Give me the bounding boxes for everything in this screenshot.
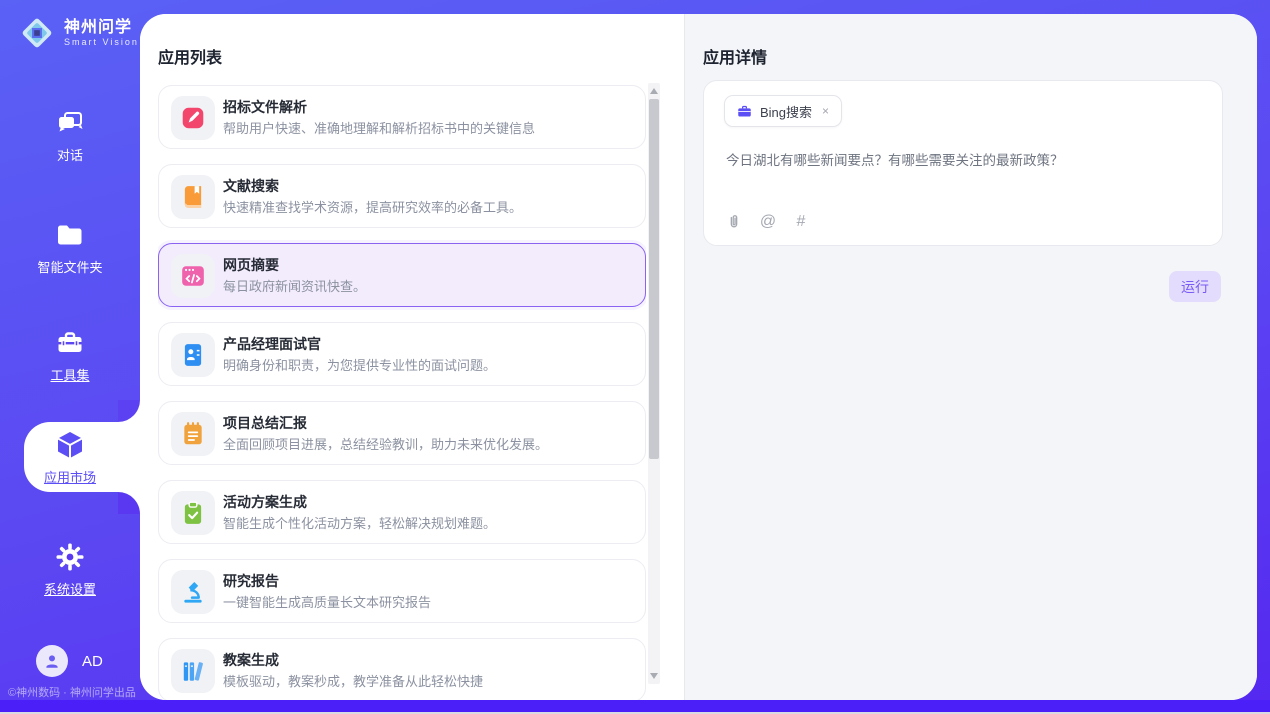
- app-card-0[interactable]: 招标文件解析帮助用户快速、准确地理解和解析招标书中的关键信息: [158, 85, 646, 149]
- app-card-description: 一键智能生成高质量长文本研究报告: [223, 592, 431, 611]
- brand-tagline: Smart Vision: [64, 37, 139, 47]
- resume-icon: [171, 333, 215, 377]
- sidebar-item-4[interactable]: 系统设置: [0, 542, 140, 598]
- app-card-title: 网页摘要: [223, 255, 279, 275]
- sidebar-item-label: 对话: [57, 145, 83, 164]
- app-card-title: 招标文件解析: [223, 97, 307, 117]
- copyright-text: ©神州数码 · 神州问学出品: [8, 684, 140, 700]
- user-account[interactable]: AD: [36, 645, 103, 677]
- sidebar-item-label: 工具集: [50, 365, 89, 384]
- tool-tag-bing-search[interactable]: Bing搜索 ×: [724, 95, 842, 127]
- sidebar-item-3[interactable]: 应用市场: [0, 430, 140, 486]
- app-card-title: 产品经理面试官: [223, 334, 321, 354]
- app-card-2[interactable]: 网页摘要每日政府新闻资讯快查。: [158, 243, 646, 307]
- app-card-description: 模板驱动，教案秒成，教学准备从此轻松快捷: [223, 671, 483, 690]
- app-card-title: 文献搜索: [223, 176, 279, 196]
- toolbox-icon: [55, 328, 85, 358]
- hash-icon[interactable]: #: [792, 213, 810, 231]
- sidebar-selection-notch-top: [118, 400, 140, 422]
- scrollbar[interactable]: [648, 83, 660, 684]
- attachment-toolbar: @ #: [726, 213, 810, 231]
- browser-icon: [171, 254, 215, 298]
- app-card-list: 招标文件解析帮助用户快速、准确地理解和解析招标书中的关键信息文献搜索快速精准查找…: [158, 85, 646, 700]
- app-card-3[interactable]: 产品经理面试官明确身份和职责，为您提供专业性的面试问题。: [158, 322, 646, 386]
- app-detail-title: 应用详情: [703, 44, 767, 68]
- sidebar-item-label: 应用市场: [44, 467, 96, 486]
- tag-close-icon[interactable]: ×: [820, 104, 829, 118]
- cube-icon: [55, 430, 85, 460]
- scrollbar-thumb[interactable]: [649, 99, 659, 459]
- brand-name: 神州问学: [64, 19, 139, 37]
- gear-icon: [55, 542, 85, 572]
- pen-square-icon: [171, 96, 215, 140]
- briefcase-icon: [737, 104, 752, 119]
- prompt-card[interactable]: Bing搜索 × 今日湖北有哪些新闻要点？有哪些需要关注的最新政策？ @ #: [703, 80, 1223, 246]
- sidebar-item-0[interactable]: 对话: [0, 108, 140, 164]
- person-icon: [43, 652, 61, 670]
- prompt-text[interactable]: 今日湖北有哪些新闻要点？有哪些需要关注的最新政策？: [726, 151, 1196, 171]
- chat-icon: [55, 108, 85, 138]
- book-icon: [171, 175, 215, 219]
- at-icon[interactable]: @: [759, 213, 777, 231]
- app-card-description: 全面回顾项目进展，总结经验教训，助力未来优化发展。: [223, 434, 548, 453]
- main-content: 应用列表 招标文件解析帮助用户快速、准确地理解和解析招标书中的关键信息文献搜索快…: [140, 14, 1257, 700]
- brand-logo-icon: [18, 14, 56, 52]
- brand: 神州问学 Smart Vision: [18, 14, 139, 52]
- sidebar-item-label: 智能文件夹: [37, 257, 102, 276]
- app-card-title: 教案生成: [223, 650, 279, 670]
- sidebar: 神州问学 Smart Vision 对话智能文件夹工具集应用市场系统设置 AD …: [0, 0, 140, 700]
- app-card-6[interactable]: 研究报告一键智能生成高质量长文本研究报告: [158, 559, 646, 623]
- user-initials: AD: [82, 653, 103, 670]
- app-list-title: 应用列表: [158, 44, 222, 68]
- app-card-title: 研究报告: [223, 571, 279, 591]
- run-button[interactable]: 运行: [1169, 271, 1221, 302]
- app-detail-panel: 应用详情 Bing搜索 × 今日湖北有哪些新闻要点？有哪些需要关注的最新政策？: [684, 14, 1257, 700]
- notepad-icon: [171, 412, 215, 456]
- app-card-description: 明确身份和职责，为您提供专业性的面试问题。: [223, 355, 496, 374]
- books-icon: [171, 649, 215, 693]
- sidebar-item-2[interactable]: 工具集: [0, 328, 140, 384]
- app-list-panel: 应用列表 招标文件解析帮助用户快速、准确地理解和解析招标书中的关键信息文献搜索快…: [140, 14, 684, 700]
- app-card-description: 快速精准查找学术资源，提高研究效率的必备工具。: [223, 197, 522, 216]
- sidebar-selection-notch-bottom: [118, 492, 140, 514]
- app-card-7[interactable]: 教案生成模板驱动，教案秒成，教学准备从此轻松快捷: [158, 638, 646, 700]
- folder-icon: [55, 220, 85, 250]
- sidebar-item-1[interactable]: 智能文件夹: [0, 220, 140, 276]
- app-card-5[interactable]: 活动方案生成智能生成个性化活动方案，轻松解决规划难题。: [158, 480, 646, 544]
- app-card-title: 活动方案生成: [223, 492, 307, 512]
- app-card-title: 项目总结汇报: [223, 413, 307, 433]
- scroll-up-icon[interactable]: [650, 88, 658, 94]
- tool-tag-label: Bing搜索: [760, 102, 812, 121]
- clipboard-icon: [171, 491, 215, 535]
- app-card-4[interactable]: 项目总结汇报全面回顾项目进展，总结经验教训，助力未来优化发展。: [158, 401, 646, 465]
- app-card-description: 每日政府新闻资讯快查。: [223, 276, 366, 295]
- app-card-1[interactable]: 文献搜索快速精准查找学术资源，提高研究效率的必备工具。: [158, 164, 646, 228]
- window-bottom-accent: [0, 700, 1270, 712]
- paperclip-icon[interactable]: [726, 213, 744, 231]
- avatar[interactable]: [36, 645, 68, 677]
- scroll-down-icon[interactable]: [650, 673, 658, 679]
- app-card-description: 智能生成个性化活动方案，轻松解决规划难题。: [223, 513, 496, 532]
- sidebar-item-label: 系统设置: [44, 579, 96, 598]
- app-card-description: 帮助用户快速、准确地理解和解析招标书中的关键信息: [223, 118, 535, 137]
- microscope-icon: [171, 570, 215, 614]
